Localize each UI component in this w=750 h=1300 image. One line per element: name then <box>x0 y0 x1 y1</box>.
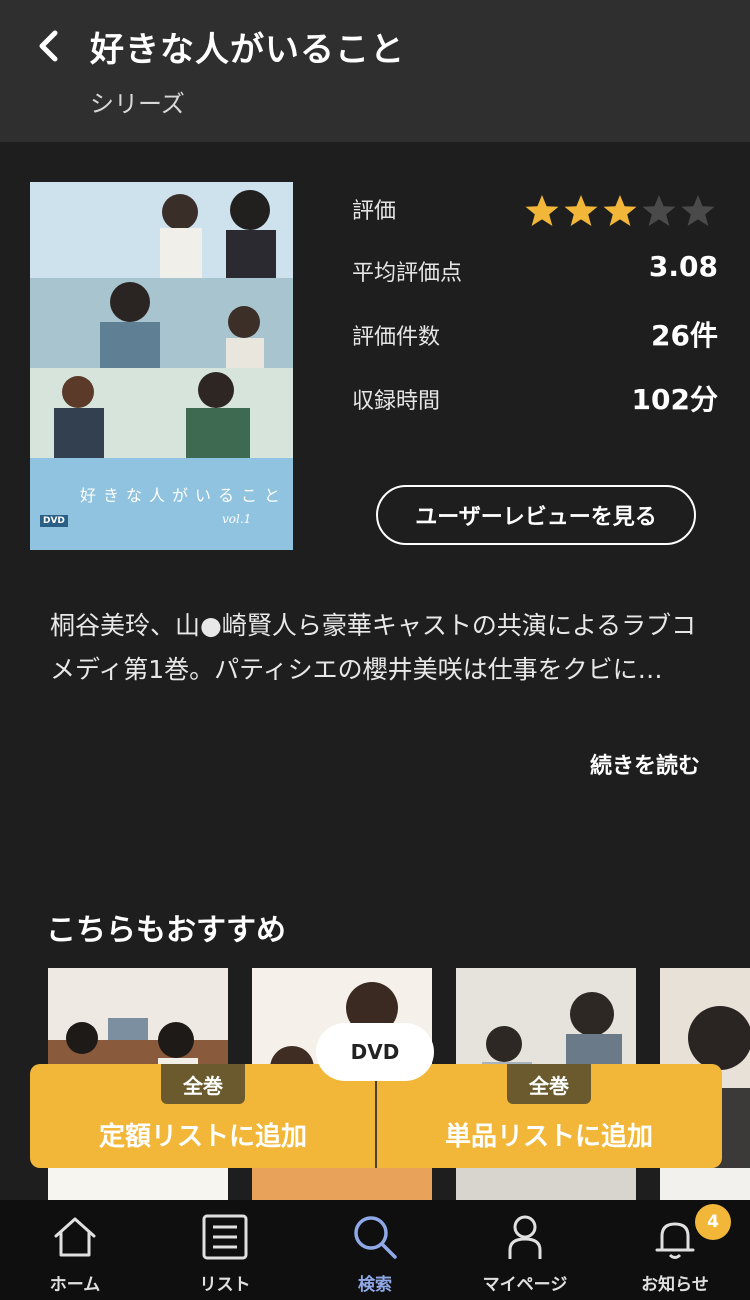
notice-badge: 4 <box>695 1204 731 1240</box>
add-subscription-list-button[interactable]: 全巻 定額リストに追加 <box>30 1064 376 1168</box>
star-filled-icon <box>564 195 598 226</box>
read-more-link[interactable]: 続きを読む <box>590 748 700 780</box>
duration-label: 収録時間 <box>352 389 441 414</box>
star-filled-icon <box>525 195 559 226</box>
header: 好きな人がいること シリーズ <box>0 0 750 142</box>
cover-image[interactable]: 好きな人がいること vol.1 DVD <box>30 182 293 550</box>
list-icon <box>202 1214 248 1260</box>
nav-search-label: 検索 <box>358 1275 392 1295</box>
home-icon <box>54 1217 96 1257</box>
page-subtitle: シリーズ <box>90 90 185 118</box>
add-purchase-list-button[interactable]: 全巻 単品リストに追加 <box>376 1064 722 1168</box>
cover-title: 好きな人がいること <box>80 486 288 505</box>
recommend-title: こちらもおすすめ <box>46 913 286 948</box>
star-empty-icon <box>642 195 676 226</box>
rating-label: 評価 <box>352 199 397 224</box>
user-icon <box>508 1215 542 1259</box>
count-label: 評価件数 <box>352 325 441 350</box>
page-title: 好きな人がいること <box>90 30 405 70</box>
nav-search[interactable]: 検索 <box>300 1200 450 1300</box>
chevron-left-icon <box>39 30 58 62</box>
rating-stars <box>524 193 716 229</box>
cover-volume: vol.1 <box>222 512 252 526</box>
star-filled-icon <box>603 195 637 226</box>
add-purchase-list-label: 単品リストに追加 <box>444 1122 653 1152</box>
average-value: 3.08 <box>648 250 718 283</box>
page: 好きな人がいること シリーズ 好きな人がいること vol.1 DVD 評価 平均… <box>0 0 750 1300</box>
bottom-nav: ホーム リスト 検索 マイページ 4 お知らせ <box>0 1200 750 1300</box>
nav-mypage-label: マイページ <box>482 1275 568 1295</box>
format-pill[interactable]: DVD <box>316 1023 434 1081</box>
add-subscription-list-label: 定額リストに追加 <box>98 1122 307 1152</box>
all-volumes-tag: 全巻 <box>507 1064 591 1104</box>
nav-mypage[interactable]: マイページ <box>450 1200 600 1300</box>
nav-home-label: ホーム <box>49 1275 101 1295</box>
star-empty-icon <box>681 195 715 226</box>
nav-notice-label: お知らせ <box>641 1275 709 1295</box>
nav-home[interactable]: ホーム <box>0 1200 150 1300</box>
back-button[interactable] <box>28 26 68 66</box>
search-icon <box>354 1216 397 1259</box>
all-volumes-tag: 全巻 <box>161 1064 245 1104</box>
description: 桐谷美玲、山●崎賢人ら豪華キャストの共演によるラブコメディ第1巻。パティシエの櫻… <box>50 611 697 684</box>
user-review-button[interactable]: ユーザーレビューを見る <box>376 485 696 545</box>
duration-value: 102分 <box>631 383 718 416</box>
nav-notice[interactable]: 4 お知らせ <box>600 1200 750 1300</box>
dvd-logo: DVD <box>40 515 68 527</box>
nav-list-label: リスト <box>199 1275 251 1295</box>
count-value: 26件 <box>651 319 718 352</box>
average-label: 平均評価点 <box>352 261 463 286</box>
nav-list[interactable]: リスト <box>150 1200 300 1300</box>
bell-icon <box>655 1222 695 1259</box>
